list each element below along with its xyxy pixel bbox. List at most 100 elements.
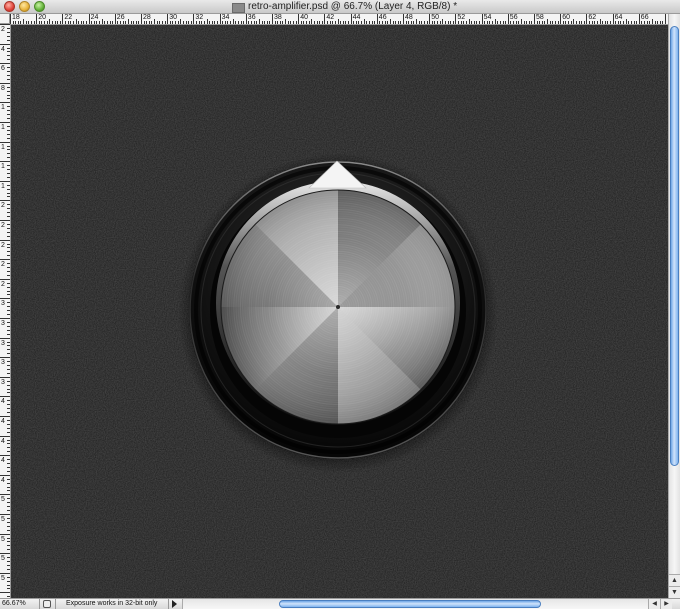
status-bar: 66.67% Exposure works in 32-bit only ◀ ▶	[0, 598, 680, 609]
status-toggle-icon[interactable]	[43, 600, 51, 608]
scroll-right-button[interactable]: ▶	[660, 599, 672, 609]
ruler-label: 52	[457, 14, 466, 21]
ruler-tick	[206, 19, 208, 24]
ruler-tick	[7, 325, 10, 327]
ruler-label: 4	[1, 437, 5, 445]
ruler-tick	[581, 21, 583, 24]
ruler-tick	[7, 165, 10, 167]
scroll-down-button[interactable]: ▼	[669, 586, 680, 598]
ruler-label: 2	[1, 26, 5, 33]
ruler-tick	[7, 517, 10, 519]
ruler-tick	[28, 21, 30, 24]
ruler-label: 3	[1, 378, 5, 386]
ruler-tick	[7, 384, 10, 386]
zoom-level[interactable]: 66.67%	[2, 599, 38, 609]
ruler-tick	[72, 21, 74, 24]
ruler-tick	[59, 21, 61, 24]
ruler-tick	[7, 216, 10, 218]
horizontal-scrollbar[interactable]	[182, 599, 649, 609]
ruler-tick	[615, 21, 617, 24]
ruler-tick	[7, 192, 10, 194]
ruler-tick	[261, 21, 263, 24]
ruler-origin[interactable]	[0, 14, 10, 24]
ruler-label: 1	[1, 182, 5, 190]
ruler-tick	[253, 21, 255, 24]
ruler-tick	[382, 21, 384, 24]
ruler-tick	[51, 21, 53, 24]
knob-center	[336, 305, 340, 309]
ruler-tick	[7, 463, 10, 465]
ruler-tick	[122, 21, 124, 24]
ruler-tick	[620, 21, 622, 24]
ruler-tick	[7, 188, 10, 190]
ruler-tick	[334, 21, 336, 24]
ruler-tick	[463, 21, 465, 24]
ruler-tick	[196, 21, 198, 24]
ruler-tick	[0, 239, 10, 241]
ruler-tick	[7, 133, 10, 135]
ruler-tick	[295, 21, 297, 24]
ruler-tick	[374, 21, 376, 24]
ruler-label: 66	[640, 14, 649, 21]
ruler-tick	[638, 14, 640, 24]
ruler-tick	[7, 282, 10, 284]
document-canvas[interactable]	[11, 25, 668, 598]
ruler-tick	[7, 153, 10, 155]
ruler-tick	[7, 90, 10, 92]
ruler-tick	[78, 21, 80, 24]
vertical-scroll-thumb[interactable]	[670, 26, 679, 466]
ruler-tick	[46, 21, 48, 24]
vertical-scrollbar[interactable]: ▲ ▼	[668, 14, 680, 598]
ruler-tick	[481, 14, 483, 24]
ruler-tick	[366, 21, 368, 24]
ruler-tick	[20, 21, 22, 24]
horizontal-ruler[interactable]: 18 20 22 24 26 28 30 32 34 36 38 40 42 44 46 48 50 52 54 56…	[10, 14, 668, 25]
status-menu-arrow-icon[interactable]	[172, 600, 177, 608]
ruler-tick	[7, 498, 10, 500]
ruler-tick	[120, 21, 122, 24]
ruler-tick	[7, 568, 10, 570]
scroll-left-button[interactable]: ◀	[648, 599, 660, 609]
ruler-tick	[279, 21, 281, 24]
ruler-tick	[437, 21, 439, 24]
ruler-tick	[83, 21, 85, 24]
ruler-label: 38	[274, 14, 282, 21]
ruler-label: 22	[64, 14, 73, 21]
ruler-tick	[285, 19, 287, 24]
ruler-tick	[54, 21, 56, 24]
ruler-label: 4	[1, 398, 5, 406]
horizontal-scroll-thumb[interactable]	[279, 600, 541, 608]
ruler-tick	[7, 490, 10, 492]
ruler-tick	[303, 21, 305, 24]
ruler-tick	[7, 400, 10, 402]
ruler-tick	[327, 21, 329, 24]
ruler-label: 5	[1, 496, 5, 504]
ruler-tick	[7, 427, 10, 429]
vertical-ruler[interactable]: 2 4 6 8 1 1 1 1 1 2 2 2 2 2 3 3 3 3 3 4 4 4 4 4 5 5 5 5 5	[0, 24, 11, 598]
ruler-tick	[306, 21, 308, 24]
scroll-up-button[interactable]: ▲	[669, 574, 680, 586]
ruler-tick	[439, 21, 441, 24]
minimize-button-icon[interactable]	[19, 1, 30, 12]
ruler-tick	[510, 21, 512, 24]
ruler-tick	[161, 21, 163, 24]
close-button-icon[interactable]	[4, 1, 15, 12]
ruler-label: 58	[536, 14, 544, 21]
ruler-label: 4	[1, 45, 5, 53]
ruler-tick	[7, 412, 10, 414]
ruler-tick	[232, 19, 234, 24]
ruler-tick	[403, 14, 404, 24]
ruler-tick	[7, 35, 10, 37]
zoom-button-icon[interactable]	[34, 1, 45, 12]
ruler-tick	[654, 21, 656, 24]
ruler-tick	[38, 21, 40, 24]
ruler-tick	[570, 21, 572, 24]
ruler-label: 42	[326, 14, 335, 21]
ruler-tick	[499, 21, 501, 24]
ruler-tick	[156, 21, 158, 24]
ruler-tick	[185, 21, 187, 24]
ruler-label: 34	[221, 14, 230, 21]
ruler-tick	[159, 21, 161, 24]
ruler-tick	[224, 21, 226, 24]
ruler-label: 30	[169, 14, 177, 21]
